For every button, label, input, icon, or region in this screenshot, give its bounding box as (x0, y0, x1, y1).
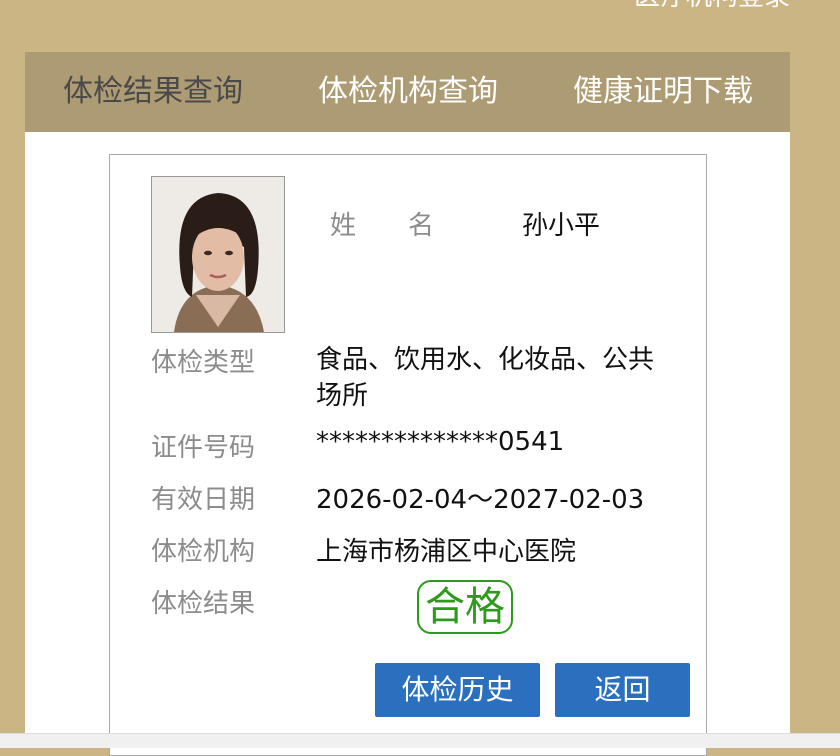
result-pass-badge: 合格 (417, 580, 513, 634)
result-label: 体检结果 (151, 589, 256, 619)
horizontal-scrollbar[interactable] (0, 733, 840, 748)
institution-value: 上海市杨浦区中心医院 (316, 537, 577, 567)
exam-type-label: 体检类型 (151, 348, 256, 378)
id-number-label: 证件号码 (151, 433, 256, 463)
tab-result-query[interactable]: 体检结果查询 (63, 52, 243, 132)
validity-label: 有效日期 (151, 485, 256, 515)
content-panel: 姓 名 孙小平 体检类型 食品、饮用水、化妆品、公共场所 证件号码 ******… (25, 132, 790, 756)
name-label: 姓 名 (330, 211, 435, 241)
tab-institution-query[interactable]: 体检机构查询 (318, 52, 498, 132)
tab-certificate-download[interactable]: 健康证明下载 (573, 52, 753, 132)
portrait-icon (152, 177, 284, 332)
back-button[interactable]: 返回 (555, 663, 690, 717)
health-certificate-card: 姓 名 孙小平 体检类型 食品、饮用水、化妆品、公共场所 证件号码 ******… (109, 154, 707, 756)
name-value: 孙小平 (522, 211, 601, 241)
institution-login-link[interactable]: 医疗机构登录 (634, 0, 790, 10)
top-nav: 体检结果查询 体检机构查询 健康证明下载 (25, 52, 790, 132)
exam-type-value: 食品、饮用水、化妆品、公共场所 (316, 345, 655, 411)
institution-label: 体检机构 (151, 537, 256, 567)
id-number-value: **************0541 (316, 427, 565, 457)
validity-value: 2026-02-04～2027-02-03 (316, 485, 645, 515)
exam-history-button[interactable]: 体检历史 (375, 663, 540, 717)
id-photo (151, 176, 285, 333)
